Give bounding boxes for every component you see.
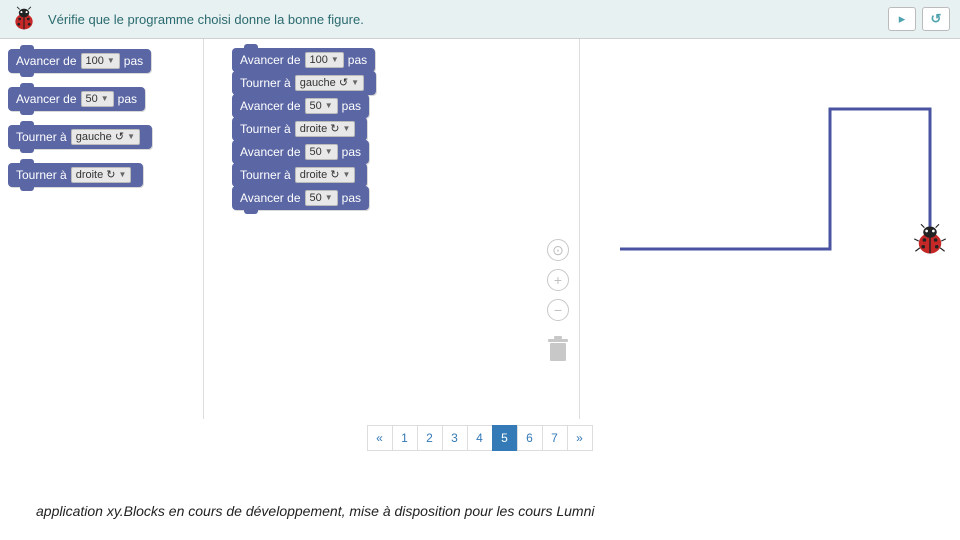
page-3[interactable]: 3	[442, 425, 468, 451]
dd-value: 50	[310, 191, 322, 205]
zoom-out-button[interactable]: −	[547, 299, 569, 321]
dd-value: droite ↻	[300, 168, 340, 182]
value-dropdown[interactable]: 50▼	[305, 190, 338, 206]
pagination: « 1 2 3 4 5 6 7 »	[0, 425, 960, 451]
caret-icon: ▼	[343, 122, 351, 136]
page-6[interactable]: 6	[517, 425, 543, 451]
page-2[interactable]: 2	[417, 425, 443, 451]
block-suffix: pas	[348, 53, 367, 67]
caret-icon: ▼	[325, 99, 333, 113]
dd-value: 50	[310, 145, 322, 159]
program-stack[interactable]: Avancer de100▼pas Tourner àgauche ↺▼ Ava…	[232, 49, 376, 210]
caret-icon: ▼	[101, 92, 109, 106]
caret-icon: ▼	[127, 130, 135, 144]
plus-icon: +	[554, 272, 562, 288]
dd-value: gauche ↺	[76, 130, 124, 144]
block-label: Avancer de	[240, 191, 301, 205]
ladybug-icon	[10, 6, 38, 32]
dd-value: 50	[310, 99, 322, 113]
palette-block-turn-left[interactable]: Tourner à gauche ↺▼	[8, 125, 152, 149]
footnote-text: application xy.Blocks en cours de dévelo…	[36, 503, 960, 519]
block-label: Tourner à	[240, 76, 291, 90]
value-dropdown[interactable]: gauche ↺▼	[295, 75, 364, 91]
value-dropdown[interactable]: gauche ↺▼	[71, 129, 140, 145]
reset-button[interactable]: ↺	[922, 7, 950, 31]
block-suffix: pas	[342, 191, 361, 205]
instruction-text: Vérifie que le programme choisi donne la…	[48, 12, 882, 27]
block-label: Tourner à	[16, 130, 67, 144]
palette-block-advance-100[interactable]: Avancer de 100▼ pas	[8, 49, 151, 73]
page-4[interactable]: 4	[467, 425, 493, 451]
dd-value: droite ↻	[300, 122, 340, 136]
block-label: Tourner à	[16, 168, 67, 182]
block-label: Avancer de	[16, 54, 77, 68]
page-next[interactable]: »	[567, 425, 593, 451]
dd-value: droite ↻	[76, 168, 116, 182]
value-dropdown[interactable]: droite ↻▼	[71, 167, 132, 183]
value-dropdown[interactable]: droite ↻▼	[295, 121, 356, 137]
center-button[interactable]: ⊙	[547, 239, 569, 261]
caret-icon: ▼	[351, 76, 359, 90]
block-suffix: pas	[342, 145, 361, 159]
value-dropdown[interactable]: 50▼	[81, 91, 114, 107]
block-label: Avancer de	[16, 92, 77, 106]
caret-icon: ▼	[325, 145, 333, 159]
page-1[interactable]: 1	[392, 425, 418, 451]
value-dropdown[interactable]: droite ↻▼	[295, 167, 356, 183]
block-suffix: pas	[118, 92, 137, 106]
ladybug-sprite	[912, 223, 948, 257]
dd-value: gauche ↺	[300, 76, 348, 90]
value-dropdown[interactable]: 50▼	[305, 98, 338, 114]
block-label: Avancer de	[240, 53, 301, 67]
block-label: Avancer de	[240, 145, 301, 159]
caret-icon: ▼	[107, 54, 115, 68]
drawing-path	[580, 39, 960, 419]
value-dropdown[interactable]: 100▼	[81, 53, 120, 69]
block-label: Tourner à	[240, 122, 291, 136]
workspace-tools: ⊙ + −	[545, 239, 571, 363]
trash-icon[interactable]	[545, 335, 571, 363]
minus-icon: −	[554, 302, 562, 318]
block-palette: Avancer de 100▼ pas Avancer de 50▼ pas T…	[0, 39, 204, 419]
caret-icon: ▼	[343, 168, 351, 182]
header-bar: Vérifie que le programme choisi donne la…	[0, 0, 960, 39]
page-prev[interactable]: «	[367, 425, 393, 451]
reset-icon: ↺	[931, 11, 942, 27]
block-suffix: pas	[124, 54, 143, 68]
page-7[interactable]: 7	[542, 425, 568, 451]
block-label: Tourner à	[240, 168, 291, 182]
block-suffix: pas	[342, 99, 361, 113]
target-icon: ⊙	[552, 242, 564, 259]
play-button[interactable]: ▸	[888, 7, 916, 31]
palette-block-turn-right[interactable]: Tourner à droite ↻▼	[8, 163, 143, 187]
ws-block[interactable]: Avancer de 50▼ pas	[232, 186, 369, 210]
dd-value: 100	[86, 54, 104, 68]
value-dropdown[interactable]: 100▼	[305, 52, 344, 68]
caret-icon: ▼	[331, 53, 339, 67]
zoom-in-button[interactable]: +	[547, 269, 569, 291]
main-area: Avancer de 100▼ pas Avancer de 50▼ pas T…	[0, 39, 960, 419]
caret-icon: ▼	[119, 168, 127, 182]
palette-block-advance-50[interactable]: Avancer de 50▼ pas	[8, 87, 145, 111]
block-label: Avancer de	[240, 99, 301, 113]
play-icon: ▸	[899, 11, 906, 27]
page-5[interactable]: 5	[492, 425, 518, 451]
value-dropdown[interactable]: 50▼	[305, 144, 338, 160]
workspace[interactable]: Avancer de100▼pas Tourner àgauche ↺▼ Ava…	[204, 39, 580, 419]
caret-icon: ▼	[325, 191, 333, 205]
dd-value: 50	[86, 92, 98, 106]
stage-canvas	[580, 39, 960, 419]
dd-value: 100	[310, 53, 328, 67]
